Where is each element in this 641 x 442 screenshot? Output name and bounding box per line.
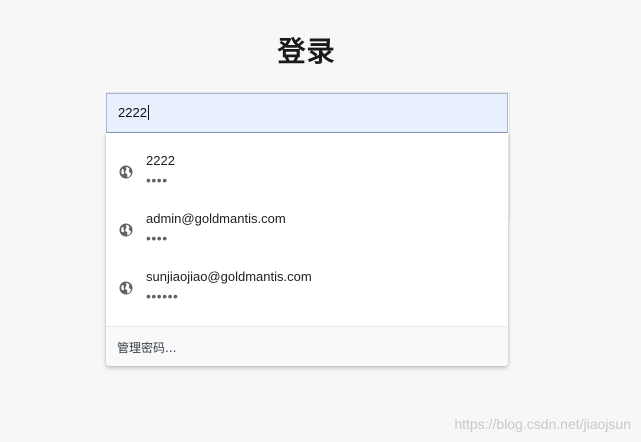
password-autofill-dropdown: 2222 •••• admin@goldmantis.com •••• sunj…: [106, 133, 508, 366]
manage-passwords-item[interactable]: 管理密码...: [106, 326, 508, 366]
text-caret: [147, 105, 149, 121]
suggestion-username: 2222: [146, 153, 175, 168]
suggestion-username: sunjiaojiao@goldmantis.com: [146, 269, 312, 284]
suggestion-password-mask: ••••: [146, 230, 168, 246]
suggestion-username: admin@goldmantis.com: [146, 211, 286, 226]
suggestion-password-mask: ••••: [146, 172, 168, 188]
globe-icon: [119, 165, 133, 179]
autofill-suggestion-item[interactable]: admin@goldmantis.com ••••: [106, 191, 508, 249]
suggestion-password-mask: ••••••: [146, 288, 179, 304]
page-title: 登录: [277, 35, 336, 68]
username-value: 2222: [118, 105, 147, 120]
manage-passwords-label: 管理密码...: [117, 341, 177, 355]
autofill-suggestion-item[interactable]: sunjiaojiao@goldmantis.com ••••••: [106, 249, 508, 307]
globe-icon: [119, 281, 133, 295]
watermark-url: https://blog.csdn.net/jiaojsun: [454, 416, 631, 432]
autofill-suggestion-item[interactable]: 2222 ••••: [106, 133, 508, 191]
username-input[interactable]: 2222: [106, 93, 508, 133]
globe-icon: [119, 223, 133, 237]
